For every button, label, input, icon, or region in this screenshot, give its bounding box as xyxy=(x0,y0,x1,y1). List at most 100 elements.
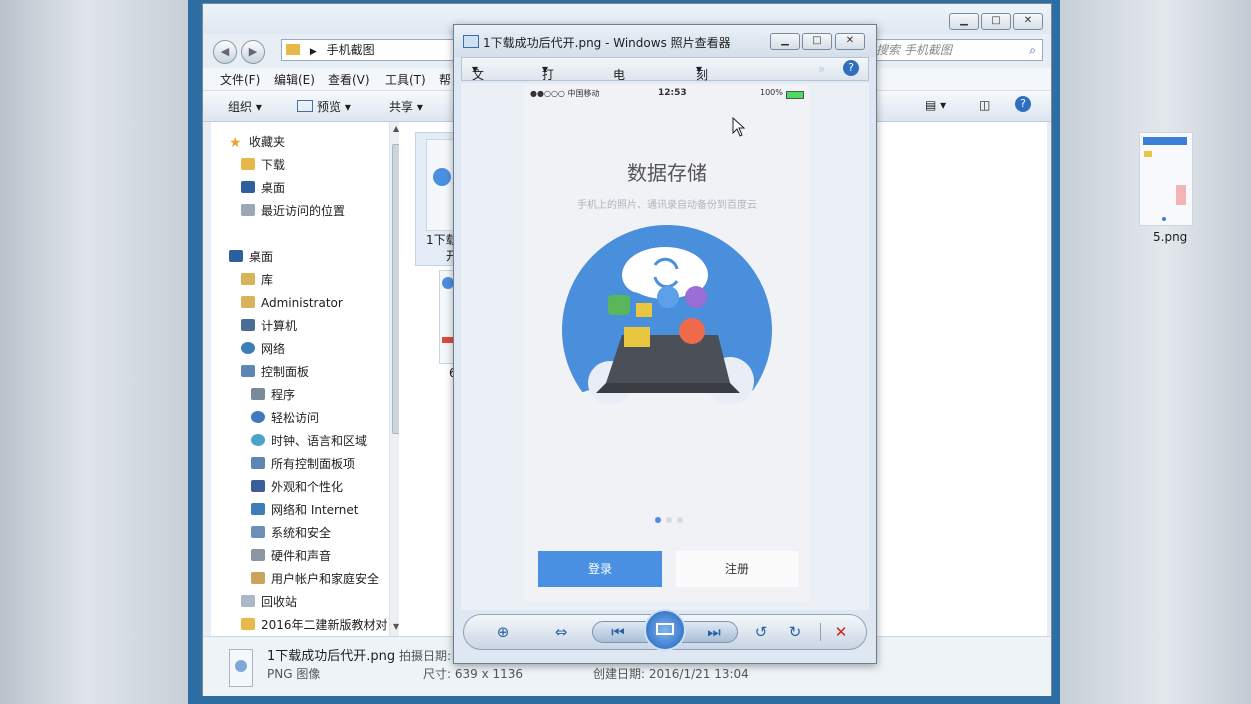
preview-button[interactable]: 预览 ▾ xyxy=(297,98,351,115)
menu-tools[interactable]: 工具(T) xyxy=(385,71,426,88)
forward-icon[interactable]: ▶ xyxy=(241,40,265,64)
details-file-icon xyxy=(229,649,253,687)
nav-downloads[interactable]: 下载 xyxy=(241,155,285,175)
viewer-titlebar: 1下载成功后代开.png - Windows 照片查看器 ▁ □ ✕ xyxy=(454,25,876,57)
nav-recent[interactable]: 最近访问的位置 xyxy=(241,201,345,221)
file-label-5: 5.png xyxy=(1153,230,1188,244)
clock-globe-icon xyxy=(251,434,265,446)
divider xyxy=(820,623,821,641)
cloud-illustration xyxy=(560,225,780,443)
nav-network-internet[interactable]: 网络和 Internet xyxy=(251,500,358,520)
slideshow-button[interactable] xyxy=(644,609,686,651)
nav-user-accounts[interactable]: 用户帐户和家庭安全 xyxy=(251,569,379,589)
menu-help[interactable]: 帮 xyxy=(439,71,451,88)
nav-network[interactable]: 网络 xyxy=(241,339,285,359)
search-input[interactable]: 搜索 手机截图 ⌕ xyxy=(871,39,1043,61)
nav-label: 网络 xyxy=(261,342,286,356)
appearance-icon xyxy=(251,480,265,492)
nav-programs[interactable]: 程序 xyxy=(251,385,295,405)
menu-edit[interactable]: 编辑(E) xyxy=(274,71,315,88)
details-filename: 1下载成功后代开.png xyxy=(267,649,396,664)
nav-libraries[interactable]: 库 xyxy=(241,270,273,290)
user-folder-icon xyxy=(241,296,255,308)
shield-icon xyxy=(251,526,265,538)
nav-appearance[interactable]: 外观和个性化 xyxy=(251,477,343,497)
page-dot xyxy=(677,517,683,523)
nav-label: 程序 xyxy=(271,388,296,402)
star-icon: ★ xyxy=(229,135,242,151)
maximize-button[interactable]: □ xyxy=(981,13,1011,30)
fit-icon[interactable]: ⇔ xyxy=(550,622,572,642)
share-button[interactable]: 共享 ▾ xyxy=(389,98,423,115)
file-thumbnail-5[interactable] xyxy=(1139,132,1193,226)
zoom-icon[interactable]: ⊕ xyxy=(492,622,514,642)
folder-icon xyxy=(241,618,255,630)
menu-file[interactable]: 文件(F) xyxy=(220,71,260,88)
viewer-maximize-button[interactable]: □ xyxy=(802,33,832,50)
nav-desktop-fav[interactable]: 桌面 xyxy=(241,178,285,198)
nav-control-panel[interactable]: 控制面板 xyxy=(241,362,309,382)
nav-computer[interactable]: 计算机 xyxy=(241,316,297,336)
organize-button[interactable]: 组织 ▾ xyxy=(228,98,262,115)
nav-desktop[interactable]: 桌面 xyxy=(229,247,273,267)
nav-administrator[interactable]: Administrator xyxy=(241,293,343,313)
viewer-menu-burn[interactable]: 刻录(U) ▾ xyxy=(696,62,714,114)
phone-login-button: 登录 xyxy=(538,551,662,587)
rotate-left-icon[interactable]: ↺ xyxy=(750,622,772,642)
phone-register-button: 注册 xyxy=(676,551,798,587)
viewer-close-button[interactable]: ✕ xyxy=(835,33,865,50)
nav-hardware-sound[interactable]: 硬件和声音 xyxy=(251,546,331,566)
view-options-icon[interactable]: ▤ ▾ xyxy=(925,98,946,112)
nav-clock-region[interactable]: 时钟、语言和区域 xyxy=(251,431,367,451)
nav-folder-2016[interactable]: 2016年二建新版教材对 xyxy=(241,615,388,635)
next-icon[interactable]: ⏭ xyxy=(703,622,725,642)
control-panel-icon xyxy=(241,365,255,377)
status-battery: 100% xyxy=(760,88,783,97)
mouse-cursor-icon xyxy=(732,117,746,137)
phone-subheading: 手机上的照片、通讯录自动备份到百度云 xyxy=(577,200,757,211)
nav-favorites[interactable]: ★ 收藏夹 xyxy=(229,132,285,152)
search-icon[interactable]: ⌕ xyxy=(1029,40,1036,60)
preview-icon xyxy=(297,100,313,112)
nav-recycle-bin[interactable]: 回收站 xyxy=(241,592,297,612)
open-arrow-icon[interactable]: » xyxy=(818,62,825,76)
details-dimensions: 尺寸: 639 x 1136 xyxy=(423,667,524,681)
recent-places-icon xyxy=(241,204,255,216)
nav-label: Administrator xyxy=(261,296,343,310)
nav-ease-of-access[interactable]: 轻松访问 xyxy=(251,408,319,428)
nav-label: 桌面 xyxy=(249,250,274,264)
nav-label: 控制面板 xyxy=(261,365,310,379)
photo-viewer-window: 1下载成功后代开.png - Windows 照片查看器 ▁ □ ✕ 文件(F)… xyxy=(453,24,877,664)
preview-pane-icon[interactable]: ◫ xyxy=(979,98,990,112)
viewer-help-icon[interactable]: ? xyxy=(843,60,859,76)
nav-label: 系统和安全 xyxy=(271,526,332,540)
ease-of-access-icon xyxy=(251,411,265,423)
network-icon xyxy=(241,342,255,354)
nav-system-security[interactable]: 系统和安全 xyxy=(251,523,331,543)
prev-icon[interactable]: ⏮ xyxy=(607,622,629,642)
details-created: 创建日期: 2016/1/21 13:04 xyxy=(593,667,749,681)
network-internet-icon xyxy=(251,503,265,515)
menu-view[interactable]: 查看(V) xyxy=(328,71,370,88)
image-canvas[interactable]: ●●○○○ 中国移动 12:53 100% 数据存储 手机上的照片、通讯录自动备… xyxy=(461,83,869,610)
rotate-right-icon[interactable]: ↻ xyxy=(784,622,806,642)
back-icon[interactable]: ◀ xyxy=(213,40,237,64)
close-button[interactable]: ✕ xyxy=(1013,13,1043,30)
viewer-menu-print[interactable]: 打印(P) ▾ xyxy=(542,62,559,114)
viewer-menu-file[interactable]: 文件(F) ▾ xyxy=(472,62,488,114)
printer-icon xyxy=(251,549,265,561)
viewer-minimize-button[interactable]: ▁ xyxy=(770,33,800,50)
library-icon xyxy=(241,273,255,285)
all-items-icon xyxy=(251,457,265,469)
minimize-button[interactable]: ▁ xyxy=(949,13,979,30)
nav-label: 时钟、语言和区域 xyxy=(271,434,368,448)
viewer-control-bar: ⊕ ⇔ ⏮ ⏭ ↺ ↻ ✕ xyxy=(463,609,867,651)
nav-label: 桌面 xyxy=(261,181,286,195)
nav-all-items[interactable]: 所有控制面板项 xyxy=(251,454,355,474)
delete-icon[interactable]: ✕ xyxy=(830,622,852,642)
organize-label: 组织 xyxy=(228,100,253,114)
viewer-menubar: 文件(F) ▾ 打印(P) ▾ 电子邮件(E) 刻录(U) ▾ » ? xyxy=(461,57,869,148)
help-icon[interactable]: ? xyxy=(1015,96,1031,112)
nav-label: 最近访问的位置 xyxy=(261,204,346,218)
status-carrier: ●●○○○ 中国移动 xyxy=(530,89,600,98)
